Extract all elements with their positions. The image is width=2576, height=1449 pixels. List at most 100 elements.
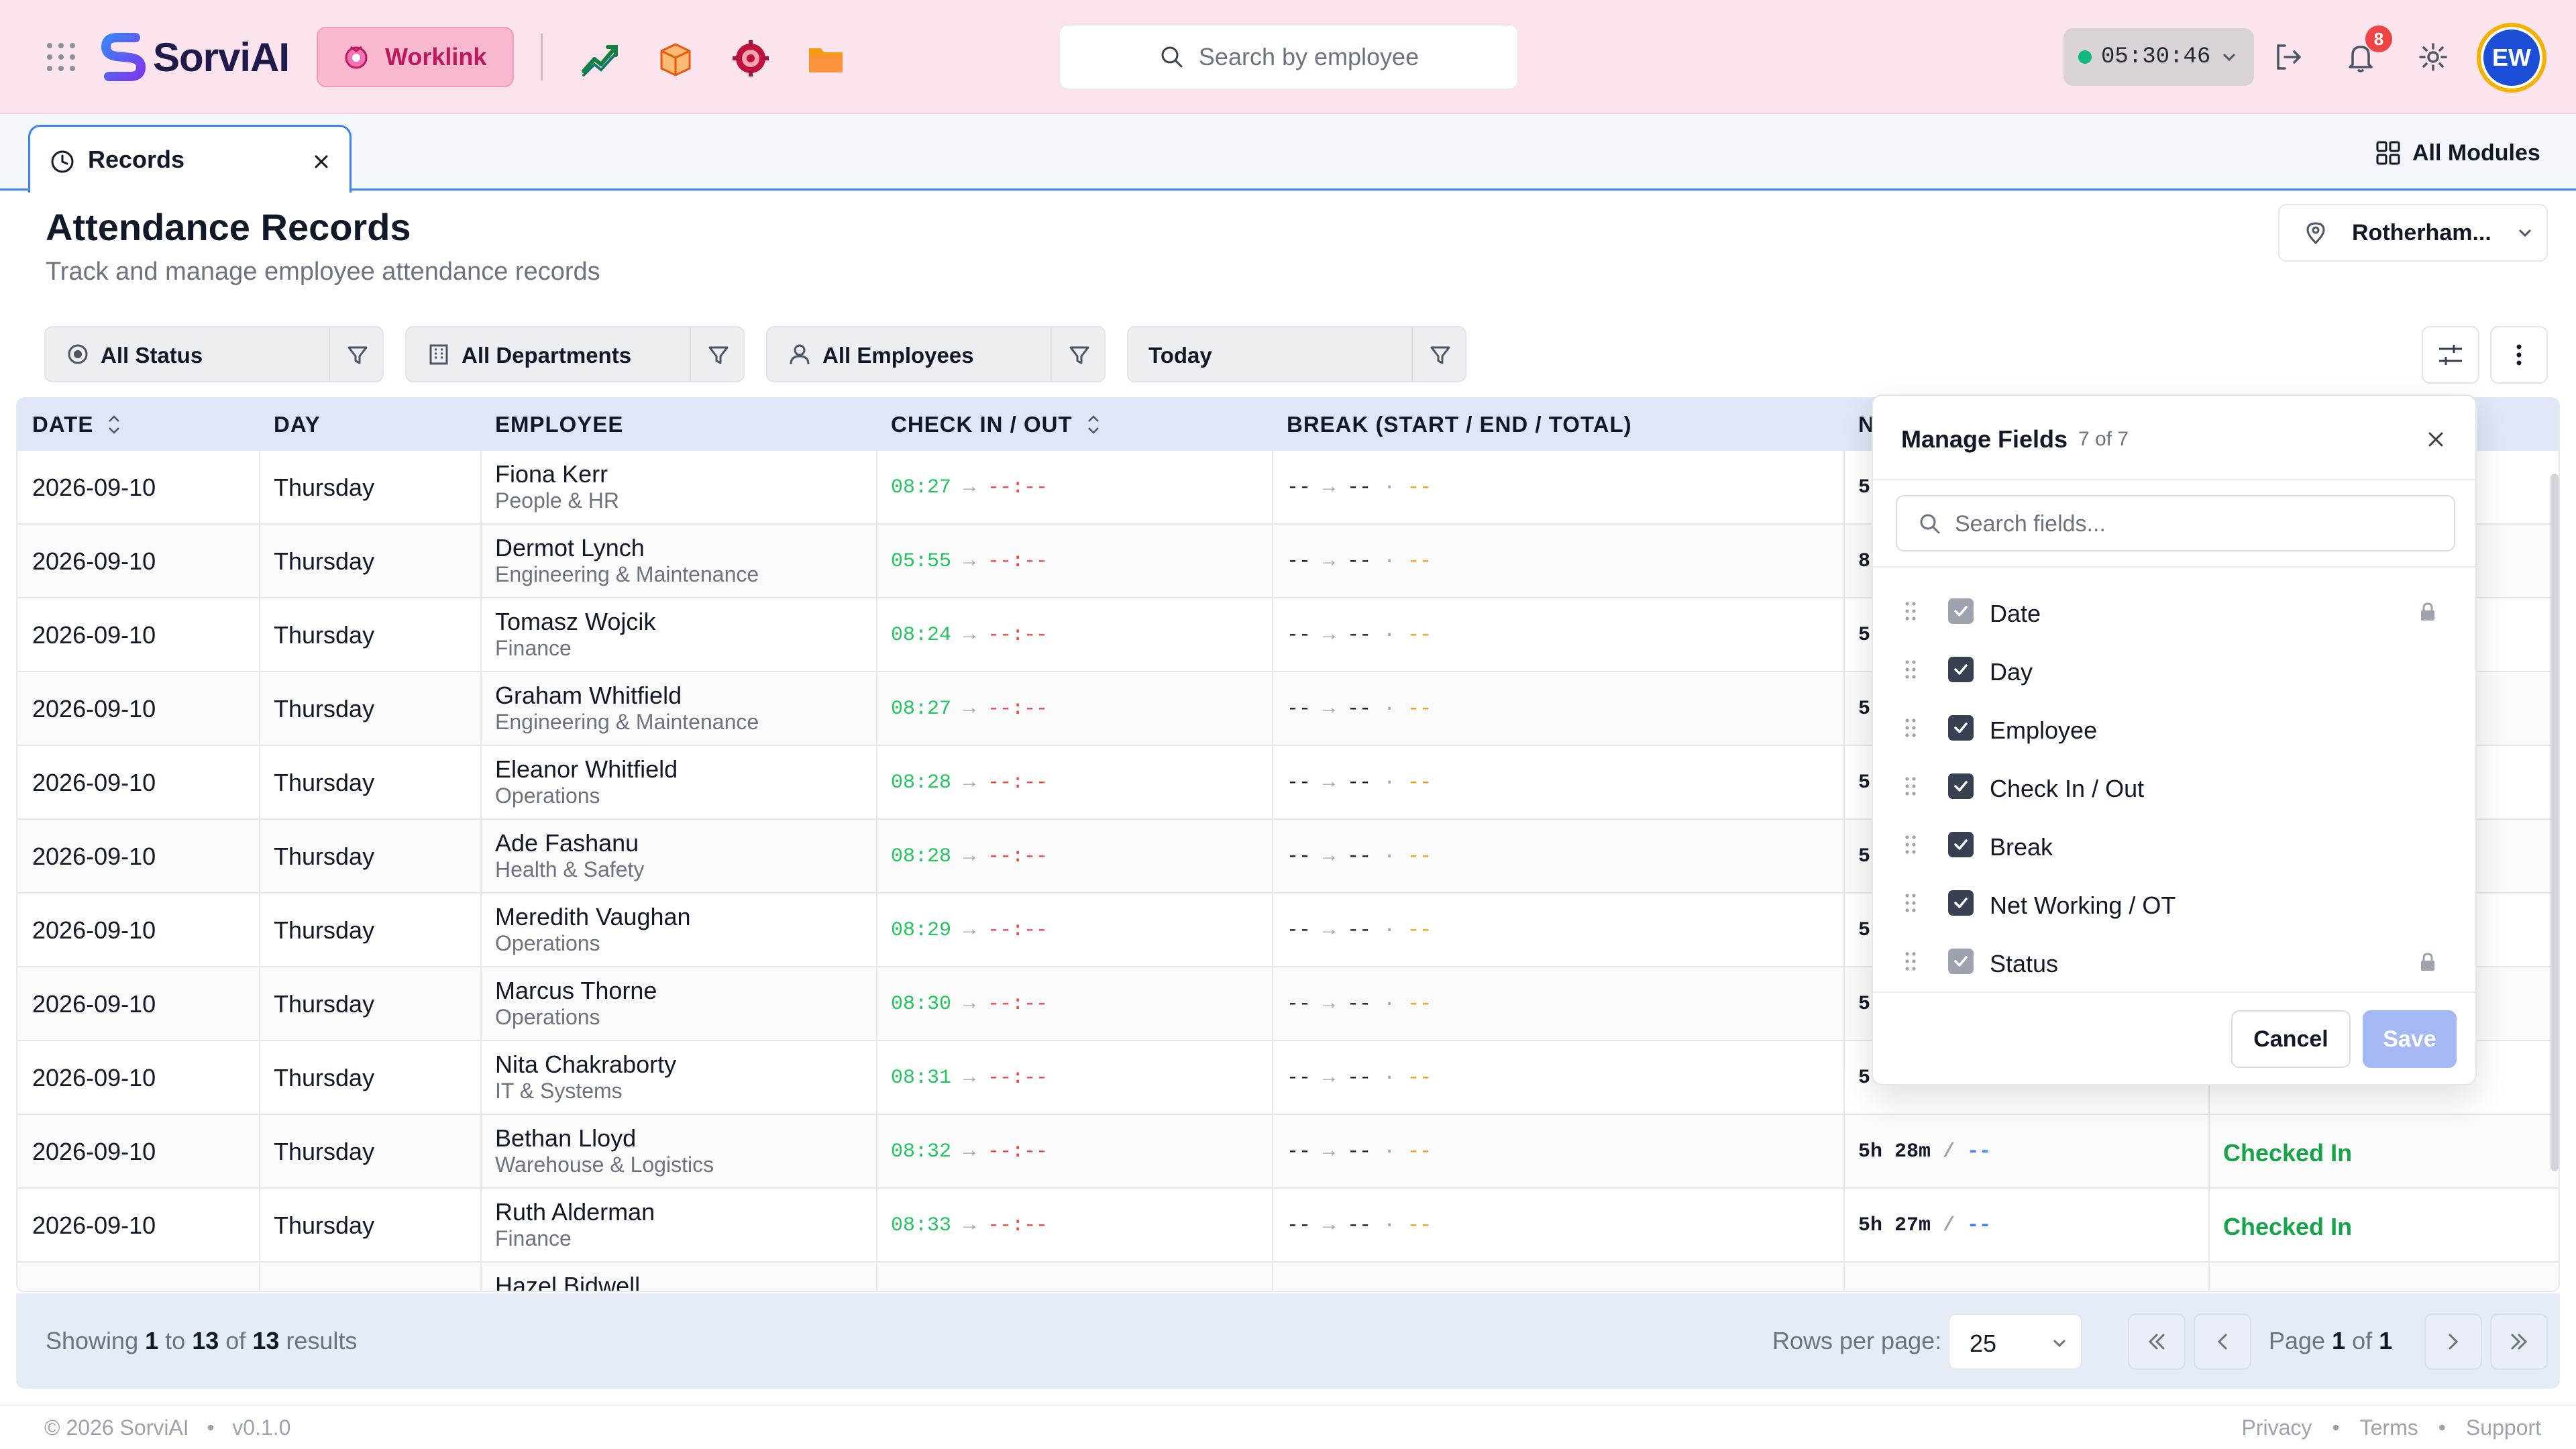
employee-name[interactable]: Tomasz Wojcik (495, 608, 655, 636)
filter-icon[interactable] (1067, 342, 1092, 368)
arrow: → (963, 1067, 976, 1089)
column-header-check-in-out[interactable]: CHECK IN / OUT (891, 412, 1102, 437)
more-options-button[interactable] (2490, 326, 2548, 384)
employee-name[interactable]: Eleanor Whitfield (495, 755, 678, 784)
close-icon[interactable] (2422, 425, 2450, 453)
first-page-button[interactable] (2128, 1313, 2186, 1370)
break-end: -- (1347, 476, 1372, 499)
field-checkbox[interactable] (1948, 832, 1974, 857)
app-grid-icon[interactable] (47, 43, 75, 71)
table-row[interactable]: 2026-09-10 Thursday Bethan Lloyd Warehouse … (17, 1115, 2559, 1189)
field-checkbox[interactable] (1948, 773, 1974, 799)
privacy-link[interactable]: Privacy (2242, 1415, 2312, 1440)
brand-logo[interactable]: SorviAI (99, 31, 290, 83)
user-avatar[interactable]: EW (2477, 23, 2546, 93)
table-row[interactable]: Hazel Bidwell (17, 1263, 2559, 1291)
column-header-employee[interactable]: EMPLOYEE (495, 412, 623, 437)
timer-value: 05:30:46 (2101, 44, 2211, 70)
cell-date: 2026-09-10 (32, 621, 156, 649)
tab-records[interactable]: Records (28, 125, 352, 193)
check-in-time: 08:24 (891, 624, 952, 647)
field-item[interactable]: Employee (1902, 704, 2453, 751)
check-out-time: --:-- (987, 624, 1049, 647)
field-checkbox[interactable] (1948, 715, 1974, 741)
field-checkbox[interactable] (1948, 657, 1974, 682)
gear-icon[interactable] (2416, 40, 2450, 74)
filter-date[interactable]: Today (1127, 326, 1466, 382)
employee-name[interactable]: Marcus Thorne (495, 977, 657, 1005)
arrow: → (963, 993, 976, 1016)
field-item[interactable]: Check In / Out (1902, 763, 2453, 810)
save-button[interactable]: Save (2363, 1010, 2457, 1068)
sorvi-logo-icon (101, 33, 146, 81)
total-pages: 1 (2379, 1327, 2393, 1354)
employee-name[interactable]: Hazel Bidwell (495, 1272, 640, 1291)
close-icon[interactable] (308, 148, 335, 175)
field-checkbox[interactable] (1948, 890, 1974, 916)
module-worklink-button[interactable]: Worklink (317, 27, 514, 87)
field-item[interactable]: Day (1902, 646, 2453, 693)
drag-handle-icon[interactable] (1902, 892, 1919, 914)
employee-name[interactable]: Ade Fashanu (495, 829, 639, 857)
employee-name[interactable]: Ruth Alderman (495, 1198, 655, 1226)
sort-icon[interactable] (1085, 412, 1102, 437)
drag-handle-icon[interactable] (1902, 833, 1919, 856)
last-page-button[interactable] (2490, 1313, 2548, 1370)
terms-link[interactable]: Terms (2360, 1415, 2418, 1440)
employee-department: Engineering & Maintenance (495, 710, 759, 734)
net-working-value: 5 (1858, 919, 1871, 942)
column-header-date[interactable]: DATE (32, 412, 123, 437)
next-page-button[interactable] (2424, 1313, 2482, 1370)
drag-handle-icon[interactable] (1902, 658, 1919, 681)
trend-chart-icon[interactable] (580, 38, 621, 79)
filter-icon[interactable] (345, 342, 370, 368)
break-total: -- (1407, 771, 1432, 794)
employee-name[interactable]: Bethan Lloyd (495, 1124, 636, 1152)
package-icon[interactable] (655, 38, 696, 79)
field-item[interactable]: Status (1902, 938, 2453, 985)
location-select[interactable]: Rotherham... (2278, 204, 2548, 262)
drag-handle-icon[interactable] (1902, 716, 1919, 739)
table-scrollbar[interactable] (2551, 474, 2559, 1171)
all-modules-button[interactable]: All Modules (2375, 136, 2540, 170)
employee-name[interactable]: Dermot Lynch (495, 534, 645, 562)
filter-status[interactable]: All Status (44, 326, 384, 382)
cancel-button[interactable]: Cancel (2231, 1010, 2351, 1068)
rows-per-page-value: 25 (1970, 1330, 1997, 1357)
gear-target-icon[interactable] (730, 38, 771, 79)
sort-icon[interactable] (105, 412, 123, 437)
shift-timer[interactable]: 05:30:46 (2063, 28, 2254, 86)
employee-name[interactable]: Meredith Vaughan (495, 903, 691, 931)
break-start: -- (1287, 550, 1311, 573)
employee-name[interactable]: Fiona Kerr (495, 460, 608, 488)
field-checkbox (1948, 949, 1974, 974)
table-row[interactable]: 2026-09-10 Thursday Ruth Alderman Finance 08… (17, 1189, 2559, 1263)
filter-departments[interactable]: All Departments (405, 326, 745, 382)
employee-department: People & HR (495, 488, 619, 513)
drag-handle-icon[interactable] (1902, 950, 1919, 973)
all-modules-label: All Modules (2412, 140, 2540, 166)
drag-handle-icon[interactable] (1902, 775, 1919, 798)
drag-handle-icon[interactable] (1902, 600, 1919, 623)
field-item[interactable]: Break (1902, 821, 2453, 868)
filter-icon[interactable] (1428, 342, 1453, 368)
fields-search-input[interactable]: Search fields... (1896, 495, 2455, 551)
folder-icon[interactable] (805, 38, 847, 79)
results-from: 1 (145, 1327, 159, 1354)
column-header-break[interactable]: BREAK (START / END / TOTAL) (1287, 412, 1632, 437)
cell-net-working: 5h 28m / -- (1858, 1140, 1991, 1163)
filter-employees[interactable]: All Employees (766, 326, 1106, 382)
cell-date: 2026-09-10 (32, 769, 156, 796)
manage-fields-button[interactable] (2422, 326, 2479, 384)
rows-per-page-select[interactable]: 25 (1948, 1313, 2082, 1370)
employee-name[interactable]: Graham Whitfield (495, 682, 682, 710)
filter-icon[interactable] (706, 342, 731, 368)
field-item[interactable]: Date (1902, 588, 2453, 635)
field-item[interactable]: Net Working / OT (1902, 879, 2453, 926)
employee-search[interactable]: Search by employee (1059, 24, 1519, 90)
previous-page-button[interactable] (2194, 1313, 2251, 1370)
column-header-day[interactable]: DAY (274, 412, 321, 437)
employee-name[interactable]: Nita Chakraborty (495, 1051, 676, 1079)
support-link[interactable]: Support (2466, 1415, 2541, 1440)
logout-icon[interactable] (2271, 40, 2305, 74)
